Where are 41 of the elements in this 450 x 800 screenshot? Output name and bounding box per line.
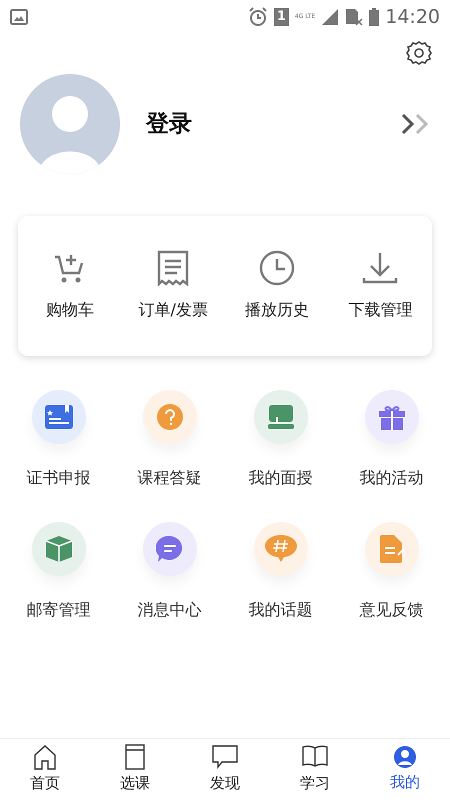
service-item[interactable]: 我的活动 (336, 390, 447, 490)
service-item[interactable]: 证书申报 (3, 390, 114, 490)
alarm-icon (248, 7, 268, 27)
tab[interactable]: 我的 (360, 745, 450, 794)
hashtag-chat-icon (264, 534, 298, 564)
gift-icon (378, 404, 404, 430)
no-sim-icon (345, 8, 364, 26)
receipt-icon (156, 250, 190, 286)
battery-icon (369, 8, 380, 26)
chat-icon (156, 535, 184, 563)
clock-icon (258, 250, 295, 286)
monitor-icon (268, 405, 294, 429)
settings-button[interactable] (406, 40, 432, 66)
quick-action-button[interactable]: 购物车 (18, 250, 122, 322)
tab[interactable]: 学习 (270, 744, 360, 795)
service-item[interactable]: 我的话题 (225, 522, 336, 622)
quick-action-button[interactable]: 订单/发票 (122, 250, 225, 322)
book-icon (124, 744, 146, 770)
question-icon (156, 404, 182, 430)
tab[interactable]: 发现 (180, 744, 270, 795)
service-item[interactable]: 我的面授 (225, 390, 336, 490)
tab[interactable]: 选课 (90, 744, 180, 795)
service-item[interactable]: 邮寄管理 (3, 522, 114, 622)
download-icon (362, 251, 398, 285)
image-icon (10, 9, 28, 25)
clock-time: 14:20 (385, 4, 440, 30)
signal-icon (321, 9, 340, 25)
tab[interactable]: 首页 (0, 744, 90, 795)
speech-bubble-icon (212, 744, 238, 770)
service-item[interactable]: 消息中心 (114, 522, 225, 622)
quick-action-button[interactable]: 播放历史 (225, 250, 328, 322)
service-item[interactable]: 意见反馈 (336, 522, 447, 622)
profile-icon (393, 745, 417, 770)
box-icon (44, 535, 74, 563)
home-icon (33, 744, 57, 770)
quick-action-button[interactable]: 下载管理 (328, 250, 432, 322)
certificate-icon (44, 405, 72, 429)
document-edit-icon (380, 535, 404, 563)
login-link[interactable]: 登录 (146, 106, 400, 142)
service-item[interactable]: 课程答疑 (114, 390, 225, 490)
sim-indicator: 1 (274, 8, 289, 26)
